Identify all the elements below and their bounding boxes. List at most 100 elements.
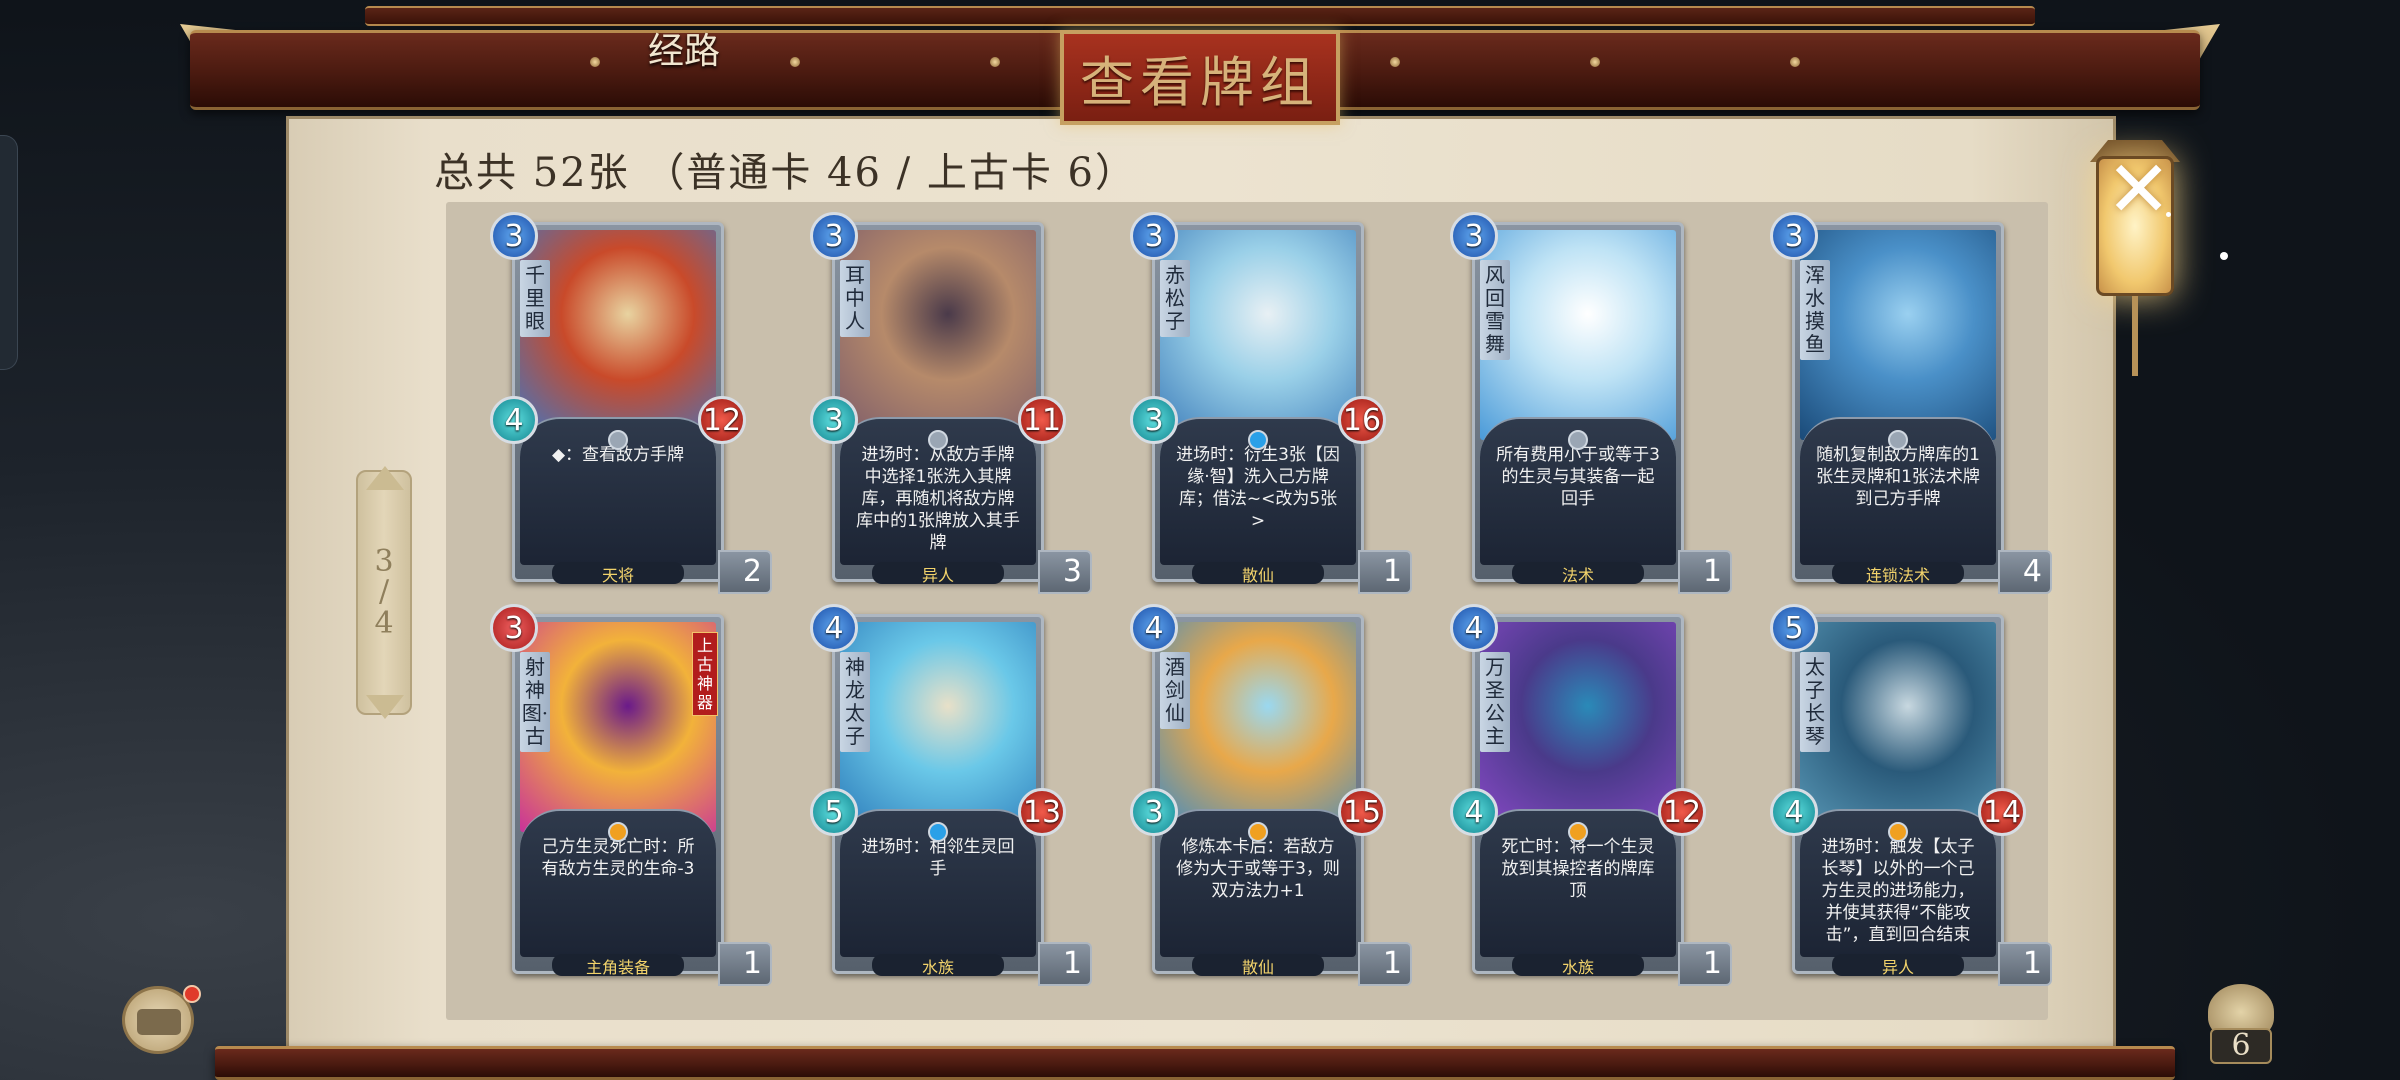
card-type: 法术 [1512, 562, 1644, 585]
rarity-gem-icon [1888, 822, 1908, 842]
left-edge-tab[interactable] [0, 135, 18, 370]
card-attack: 4 [490, 396, 538, 444]
card-cost: 3 [1130, 212, 1178, 260]
rivet [1790, 57, 1800, 67]
card-description: 进场时：相邻生灵回手 [861, 837, 1015, 879]
card-type: 散仙 [1192, 562, 1324, 585]
rarity-gem-icon [928, 430, 948, 450]
card-name: 千里眼 [520, 260, 550, 337]
card-description: 己方生灵死亡时：所有敌方生灵的生命-3 [541, 837, 695, 879]
rarity-gem-icon [1568, 822, 1588, 842]
rivet [990, 57, 1000, 67]
card-health: 14 [1978, 788, 2026, 836]
card-cost: 3 [1450, 212, 1498, 260]
card-copy-count: 1 [718, 942, 772, 986]
card-type: 异人 [872, 562, 1004, 585]
card-name: 神龙太子 [840, 652, 870, 752]
card-attack: 5 [810, 788, 858, 836]
card-description: 进场时：从敌方手牌中选择1张洗入其牌库，再随机将敌方牌库中的1张牌放入其手牌 [856, 445, 1020, 553]
chat-button[interactable] [122, 985, 201, 1054]
rivet [590, 57, 600, 67]
card[interactable]: 赤松子进场时：衍生3张【因缘·智】洗入己方牌库；借法~<改为5张> 散仙 3 3 16 1 [1130, 212, 1412, 594]
card-copy-count: 1 [1678, 550, 1732, 594]
card-copy-count: 1 [1678, 942, 1732, 986]
card-health: 12 [698, 396, 746, 444]
card-grid: 千里眼 ◆：查看敌方手牌 天将 3 4 12 2 耳中人 进场时：从敌方手牌中选择1张洗入其牌库… [446, 202, 2052, 1020]
page-scroller[interactable]: 3 / 4 [356, 466, 412, 715]
close-icon[interactable]: ✕ [2106, 150, 2171, 230]
rarity-gem-icon [1248, 822, 1268, 842]
card-name: 赤松子 [1160, 260, 1190, 337]
title-plate: 查看牌组 [1060, 30, 1340, 125]
card-health: 11 [1018, 396, 1066, 444]
card-cost: 3 [810, 212, 858, 260]
rarity-gem-icon [1568, 430, 1588, 450]
card-health: 15 [1338, 788, 1386, 836]
rarity-gem-icon [1888, 430, 1908, 450]
card-type: 散仙 [1192, 954, 1324, 977]
rivet [1390, 57, 1400, 67]
notification-dot [183, 985, 201, 1003]
card[interactable]: 浑水摸鱼随机复制敌方牌库的1张生灵牌和1张法术牌到己方手牌连锁法术 3 4 [1770, 212, 2052, 594]
close-lantern-button[interactable]: ✕ [2090, 126, 2180, 376]
card-description: 随机复制敌方牌库的1张生灵牌和1张法术牌到己方手牌 [1816, 445, 1980, 509]
card[interactable]: 万圣公主 死亡时：将一个生灵放到其操控者的牌库顶 水族 4 4 12 1 [1450, 604, 1732, 986]
card-health: 12 [1658, 788, 1706, 836]
card-copy-count: 4 [1998, 550, 2052, 594]
page-title: 查看牌组 [1080, 51, 1320, 114]
card-name: 浑水摸鱼 [1800, 260, 1830, 360]
card-attack: 3 [810, 396, 858, 444]
card-description: 死亡时：将一个生灵放到其操控者的牌库顶 [1501, 837, 1655, 901]
sparkle [2166, 212, 2171, 217]
deck-count: 6 [2210, 1028, 2272, 1064]
card-cost: 4 [1130, 604, 1178, 652]
card-type: 异人 [1832, 954, 1964, 977]
card[interactable]: 千里眼 ◆：查看敌方手牌 天将 3 4 12 2 [490, 212, 772, 594]
card-health: 16 [1338, 396, 1386, 444]
card-copy-count: 1 [1358, 550, 1412, 594]
card-name: 太子长琴 [1800, 652, 1830, 752]
page-label: 经路 [648, 31, 721, 72]
rivet [790, 57, 800, 67]
page-total: 4 [374, 606, 394, 641]
card-copy-count: 2 [718, 550, 772, 594]
card-description: 进场时：触发【太子长琴】以外的一个己方生灵的进场能力，并使其获得“不能攻击”，直… [1821, 837, 1975, 945]
card-copy-count: 1 [1358, 942, 1412, 986]
card-type: 连锁法术 [1832, 562, 1964, 585]
card-description: 修炼本卡后：若敌方修为大于或等于3，则双方法力+1 [1176, 837, 1340, 901]
card-cost: 4 [810, 604, 858, 652]
card-health: 13 [1018, 788, 1066, 836]
card-type: 主角装备 [552, 954, 684, 977]
card-cost: 3 [490, 212, 538, 260]
lantern-stick [2132, 296, 2138, 376]
card[interactable]: 风回雪舞 所有费用小于或等于3的生灵与其装备一起回手 法术 3 1 [1450, 212, 1732, 594]
page-separator: / [378, 574, 390, 609]
rarity-gem-icon [608, 430, 628, 450]
card-type: 水族 [1512, 954, 1644, 977]
card-description: 进场时：衍生3张【因缘·智】洗入己方牌库；借法~<改为5张> [1176, 445, 1340, 531]
page-up-arrow-icon[interactable] [366, 466, 404, 490]
card-name: 酒剑仙 [1160, 652, 1190, 729]
card-description: 所有费用小于或等于3的生灵与其装备一起回手 [1496, 445, 1660, 509]
card-copy-count: 1 [1998, 942, 2052, 986]
card-cost: 3 [490, 604, 538, 652]
scroll-top-thin-rod [365, 6, 2035, 26]
card[interactable]: 神龙太子 进场时：相邻生灵回手 水族 4 5 13 1 [810, 604, 1092, 986]
card-attack: 3 [1130, 396, 1178, 444]
rivet [1590, 57, 1600, 67]
card-attack: 3 [1130, 788, 1178, 836]
card-cost: 3 [1770, 212, 1818, 260]
card-copy-count: 1 [1038, 942, 1092, 986]
card-attack: 4 [1450, 788, 1498, 836]
card-cost: 5 [1770, 604, 1818, 652]
card[interactable]: 射神图·古 上古神器己方生灵死亡时：所有敌方生灵的生命-3 主角装备 3 1 [490, 604, 772, 986]
deck-button[interactable]: 6 [2204, 984, 2278, 1064]
card[interactable]: 酒剑仙修炼本卡后：若敌方修为大于或等于3，则双方法力+1 散仙 4 3 15 1 [1130, 604, 1412, 986]
card-name: 射神图·古 [520, 652, 550, 752]
ancient-artifact-tag: 上古神器 [692, 632, 718, 716]
card-copy-count: 3 [1038, 550, 1092, 594]
deck-summary: 总共 52张 （普通卡 46 / 上古卡 6） [434, 150, 1138, 196]
card[interactable]: 太子长琴进场时：触发【太子长琴】以外的一个己方生灵的进场能力，并使其获得“不能攻… [1770, 604, 2052, 986]
chat-bubble-icon [137, 1009, 181, 1035]
card[interactable]: 耳中人 进场时：从敌方手牌中选择1张洗入其牌库，再随机将敌方牌库中的1张牌放入其手… [810, 212, 1092, 594]
